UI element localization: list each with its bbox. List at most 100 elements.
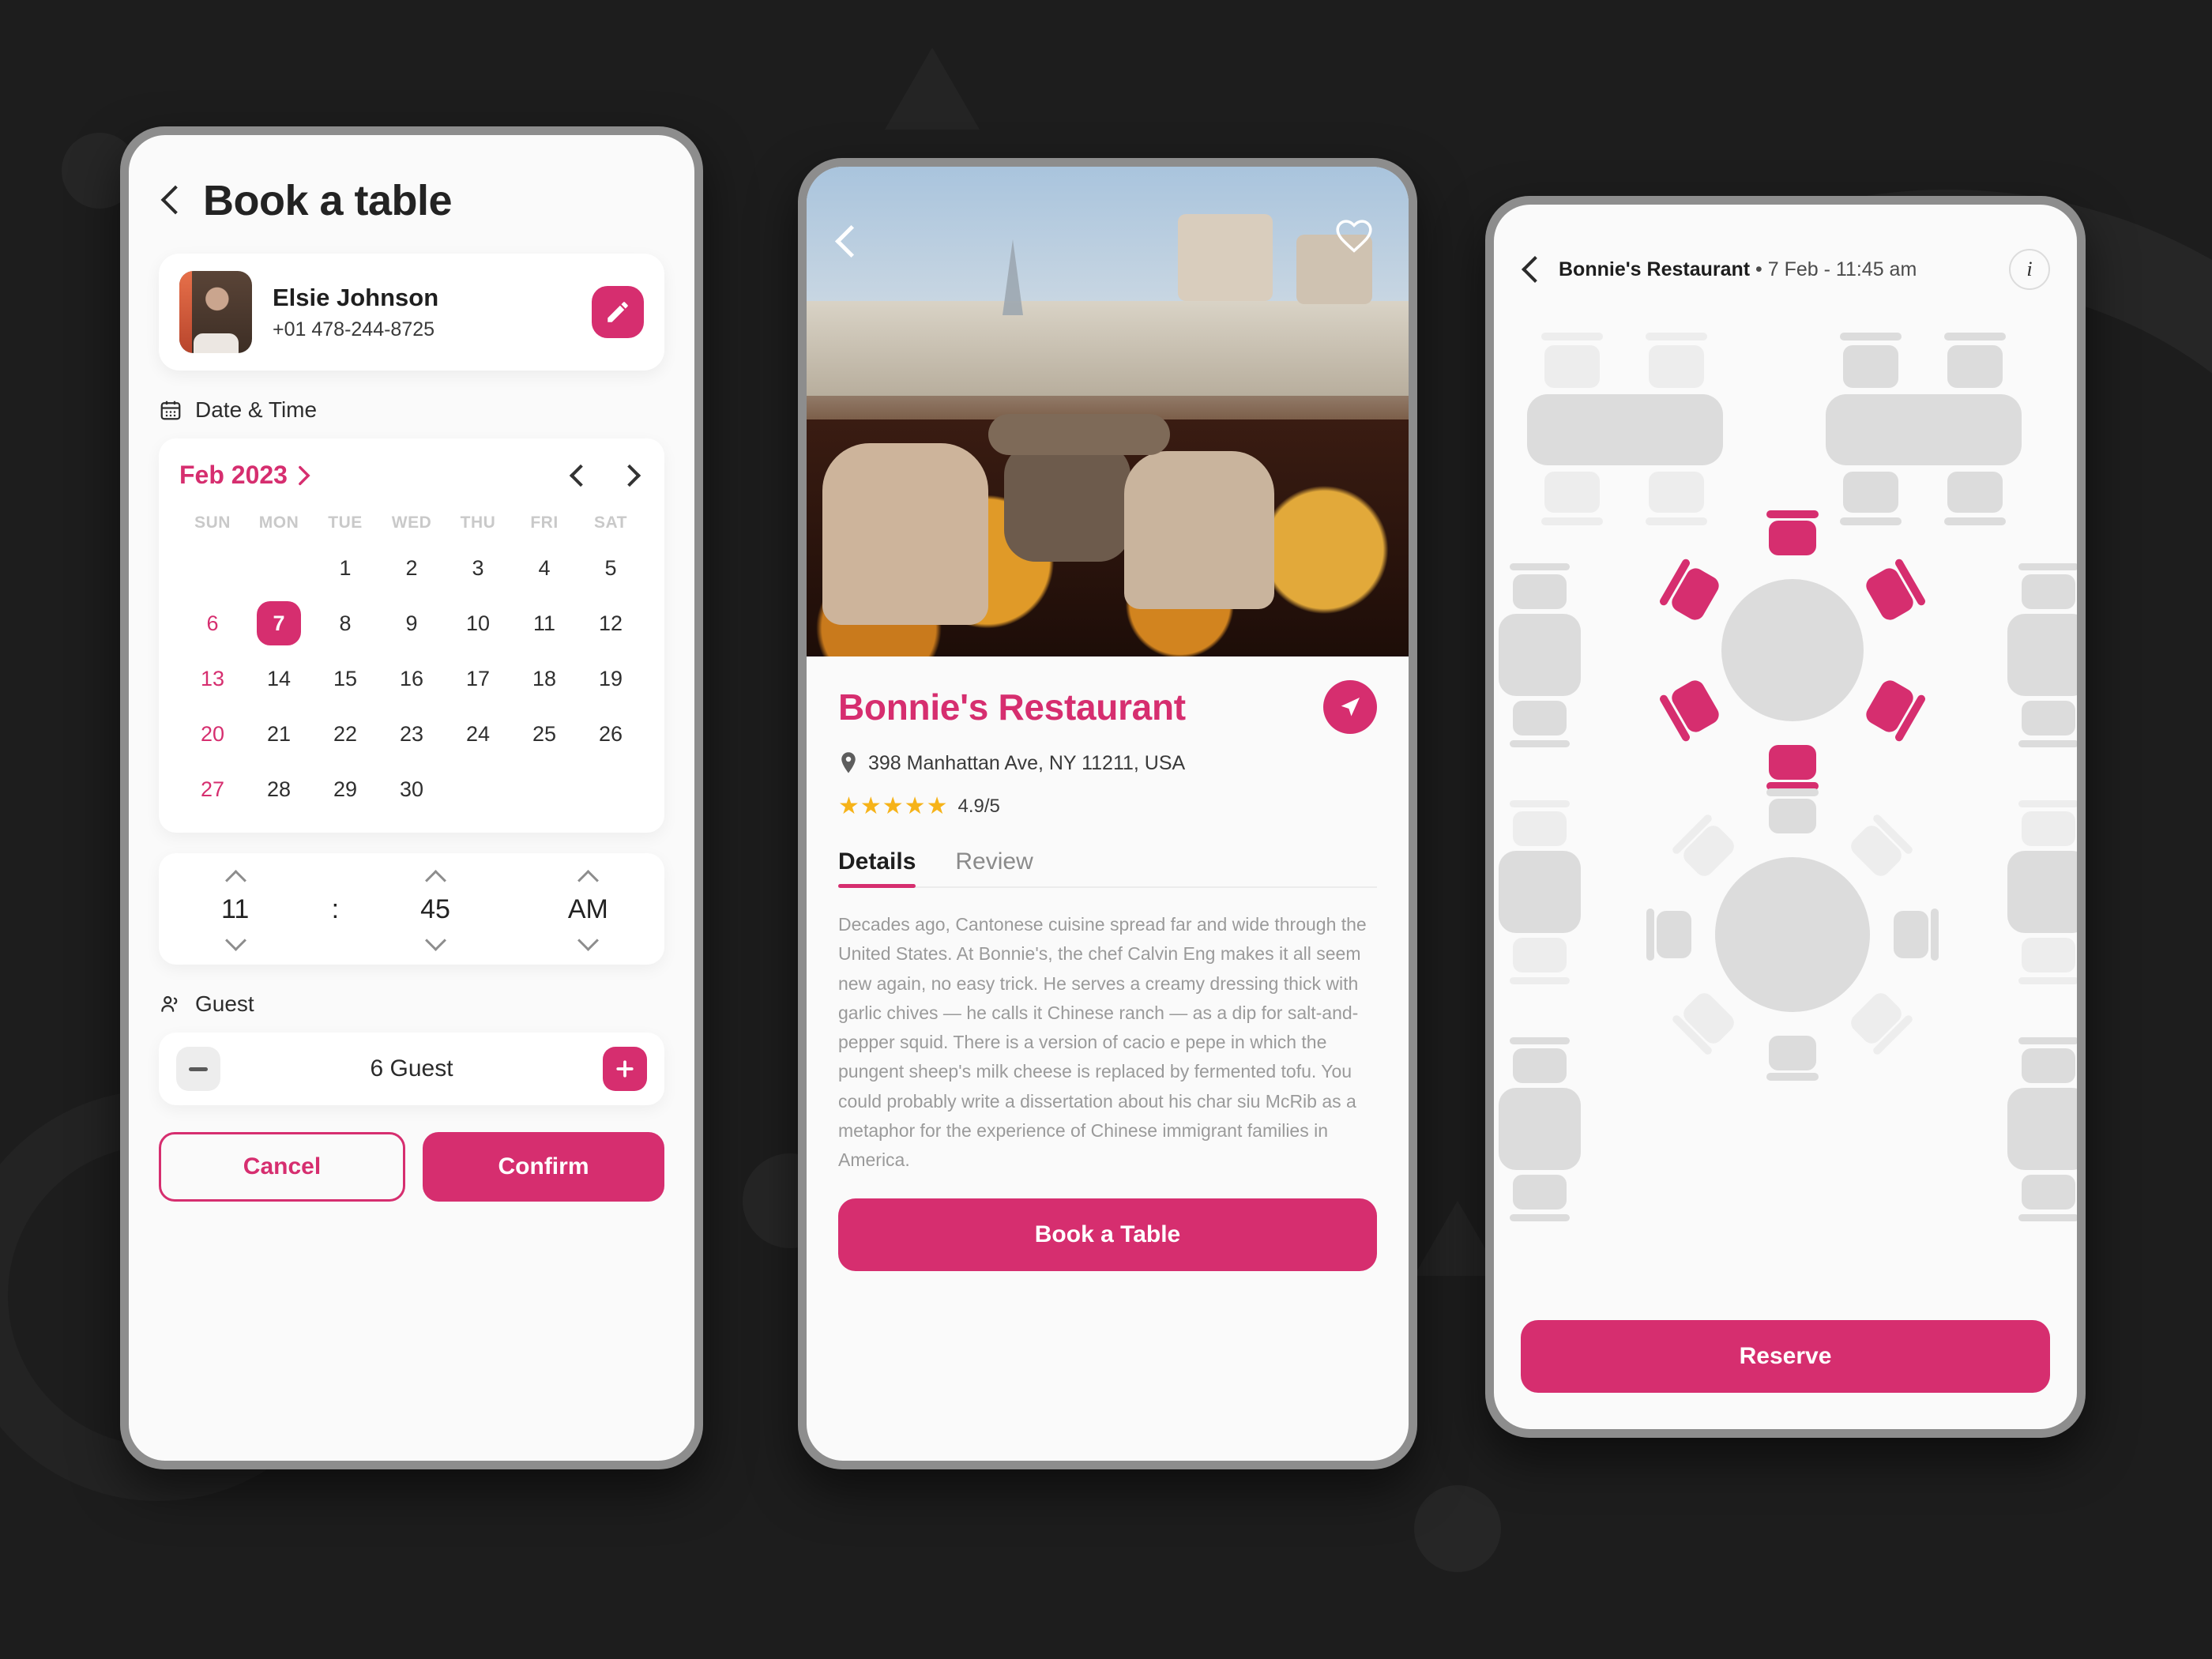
chair	[1513, 811, 1567, 846]
hour-value: 11	[221, 894, 250, 924]
photo-cityscape	[807, 301, 1409, 396]
calendar-day[interactable]: 17	[445, 659, 511, 698]
back-icon[interactable]	[833, 222, 857, 260]
calendar-day[interactable]: 14	[246, 659, 312, 698]
calendar-day[interactable]: 16	[378, 659, 445, 698]
floorplan-booking-time: 7 Feb - 11:45 am	[1767, 258, 1917, 280]
restaurant-address: 398 Manhattan Ave, NY 11211, USA	[868, 751, 1186, 774]
chevron-down-icon[interactable]	[427, 933, 444, 950]
calendar-day[interactable]: 15	[312, 659, 378, 698]
calendar-day[interactable]: 30	[378, 769, 445, 809]
chevron-down-icon[interactable]	[227, 933, 244, 950]
minute-stepper[interactable]: 45	[359, 869, 511, 950]
calendar-day[interactable]: 23	[378, 714, 445, 754]
floorplan-square-table[interactable]	[1499, 800, 1586, 998]
calendar-day[interactable]: 20	[179, 714, 246, 754]
calendar-day-selected[interactable]: 7	[246, 604, 312, 643]
chair	[1513, 1175, 1567, 1209]
chevron-up-icon[interactable]	[579, 869, 596, 886]
calendar-day[interactable]: 26	[577, 714, 644, 754]
cancel-button[interactable]: Cancel	[159, 1132, 405, 1202]
photo-eiffel-tower	[1003, 239, 1023, 315]
floorplan-square-table[interactable]	[2007, 1037, 2077, 1235]
calendar-month-selector[interactable]: Feb 2023	[179, 461, 311, 490]
chair-rest	[1766, 788, 1819, 796]
background-triangle	[885, 47, 980, 130]
calendar-day[interactable]: 5	[577, 548, 644, 588]
calendar-day[interactable]: 27	[179, 769, 246, 809]
calendar-day[interactable]: 2	[378, 548, 445, 588]
decrement-guest-button[interactable]	[176, 1047, 220, 1091]
increment-guest-button[interactable]	[603, 1047, 647, 1091]
book-a-table-button[interactable]: Book a Table	[838, 1198, 1377, 1272]
calendar-day[interactable]: 29	[312, 769, 378, 809]
floorplan-round-table[interactable]	[1646, 788, 1939, 1081]
confirm-button[interactable]: Confirm	[423, 1132, 664, 1202]
calendar-day[interactable]: 12	[577, 604, 644, 643]
restaurant-photo	[807, 167, 1409, 656]
floorplan-square-table[interactable]	[1499, 1037, 1586, 1235]
navigate-button[interactable]	[1323, 680, 1377, 734]
restaurant-description: Decades ago, Cantonese cuisine spread fa…	[838, 914, 1367, 1170]
calendar-day[interactable]: 22	[312, 714, 378, 754]
floorplan-square-table[interactable]	[2007, 563, 2077, 761]
chair	[1769, 799, 1816, 833]
calendar-prev-icon[interactable]	[569, 464, 592, 487]
info-button[interactable]: i	[2009, 249, 2050, 290]
calendar-day[interactable]: 4	[511, 548, 577, 588]
photo-chair	[822, 443, 988, 625]
calendar-day[interactable]: 11	[511, 604, 577, 643]
star-rating-icons: ★★★★★	[838, 793, 949, 819]
calendar-day[interactable]: 9	[378, 604, 445, 643]
meridiem-stepper[interactable]: AM	[512, 869, 664, 950]
floorplan-rect-table[interactable]	[1527, 333, 1756, 525]
calendar-dow-label: THU	[460, 514, 496, 532]
chair-rest	[1646, 333, 1707, 340]
chair	[1513, 701, 1567, 735]
floorplan-square-table[interactable]	[1499, 563, 1586, 761]
chevron-up-icon[interactable]	[427, 869, 444, 886]
floorplan-rect-table[interactable]	[1826, 333, 2055, 525]
calendar-day[interactable]: 13	[179, 659, 246, 698]
calendar-dow-label: FRI	[530, 514, 559, 532]
chevron-down-icon[interactable]	[579, 933, 596, 950]
edit-profile-button[interactable]	[592, 286, 644, 338]
chair	[1769, 1036, 1816, 1070]
hour-stepper[interactable]: 11	[159, 869, 311, 950]
reserve-button[interactable]: Reserve	[1521, 1320, 2050, 1393]
chair	[1843, 345, 1898, 388]
floorplan-selected-round-table[interactable]	[1658, 510, 1927, 790]
guest-label: Guest	[195, 991, 254, 1016]
calendar-day[interactable]: 25	[511, 714, 577, 754]
calendar-day[interactable]: 18	[511, 659, 577, 698]
favorite-button[interactable]	[1334, 217, 1374, 258]
calendar-day[interactable]: 8	[312, 604, 378, 643]
calendar-next-icon[interactable]	[618, 464, 641, 487]
calendar-nav	[569, 464, 644, 487]
calendar-blank-cell	[179, 548, 246, 588]
tab-review[interactable]: Review	[955, 848, 1033, 886]
calendar-day[interactable]: 28	[246, 769, 312, 809]
profile-phone: +01 478-244-8725	[273, 318, 435, 340]
calendar-day[interactable]: 3	[445, 548, 511, 588]
calendar-day[interactable]: 24	[445, 714, 511, 754]
photo-lamp	[1178, 214, 1273, 301]
info-icon: i	[2026, 258, 2033, 280]
calendar-day[interactable]: 1	[312, 548, 378, 588]
chevron-up-icon[interactable]	[227, 869, 244, 886]
restaurant-address-row: 398 Manhattan Ave, NY 11211, USA	[838, 751, 1377, 775]
booking-actions: Cancel Confirm	[159, 1132, 664, 1202]
tab-details[interactable]: Details	[838, 848, 916, 888]
chair	[2022, 1175, 2075, 1209]
back-icon[interactable]	[1521, 254, 1541, 285]
time-separator: :	[331, 894, 340, 924]
chair	[1657, 911, 1691, 958]
calendar-dow-label: SUN	[194, 514, 231, 532]
calendar-day[interactable]: 21	[246, 714, 312, 754]
floorplan-square-table[interactable]	[2007, 800, 2077, 998]
floorplan-title: Bonnie's Restaurant • 7 Feb - 11:45 am	[1559, 258, 1992, 281]
calendar-day[interactable]: 6	[179, 604, 246, 643]
calendar-day[interactable]: 19	[577, 659, 644, 698]
calendar-day[interactable]: 10	[445, 604, 511, 643]
back-icon[interactable]	[159, 182, 181, 219]
